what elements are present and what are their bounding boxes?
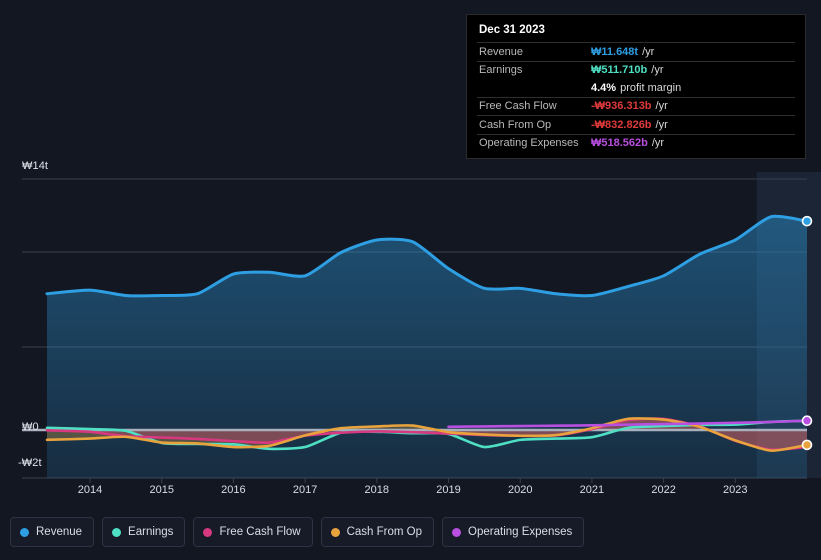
- legend-item-operating-expenses[interactable]: Operating Expenses: [442, 517, 585, 547]
- y-axis-label-top: ₩14t: [22, 160, 49, 172]
- tooltip-row-value: -₩832.826b: [591, 118, 652, 131]
- tooltip-row-label: Operating Expenses: [479, 137, 579, 150]
- financial-chart: ₩14t ₩0 -₩2t 2014 2015 2016 2017 2018 2019 202…: [0, 0, 821, 560]
- tooltip-profit-margin-value: 4.4%: [591, 81, 617, 94]
- tooltip-row-value: ₩511.710b: [591, 64, 648, 77]
- y-axis-label-zero: ₩0: [22, 421, 39, 433]
- tooltip-row-suffix: /yr: [651, 64, 664, 77]
- operating-expenses-endpoint: [801, 415, 813, 427]
- data-tooltip: Dec 31 2023 Revenue ₩11.648t/yr Earnings ₩5…: [466, 14, 806, 159]
- tooltip-row-suffix: /yr: [651, 137, 665, 150]
- x-axis-label: 2021: [579, 484, 605, 496]
- legend-item-free-cash-flow[interactable]: Free Cash Flow: [193, 517, 313, 547]
- x-axis-label: 2019: [436, 484, 461, 496]
- tooltip-profit-margin: 4.4% profit margin: [477, 79, 795, 97]
- tooltip-row-suffix: /yr: [655, 100, 668, 113]
- legend-color-dot: [452, 527, 462, 537]
- tooltip-row-value: ₩11.648t: [591, 45, 639, 58]
- legend-color-dot: [330, 527, 340, 537]
- legend-label: Operating Expenses: [468, 526, 573, 538]
- x-axis-label: 2023: [723, 484, 748, 496]
- tooltip-row-value: ₩518.562b: [591, 137, 648, 150]
- legend-item-revenue[interactable]: Revenue: [10, 517, 95, 547]
- legend-label: Revenue: [36, 526, 83, 538]
- revenue-endpoint: [801, 215, 813, 227]
- tooltip-profit-margin-label: profit margin: [620, 81, 682, 94]
- x-axis-label: 2014: [77, 484, 103, 496]
- legend-label: Cash From Op: [346, 526, 423, 538]
- tooltip-row-label: Cash From Op: [479, 118, 552, 131]
- chart-legend: Revenue Earnings Free Cash Flow Cash From O…: [10, 517, 585, 547]
- legend-item-earnings[interactable]: Earnings: [102, 517, 186, 547]
- legend-color-dot: [112, 527, 122, 537]
- x-axis-label: 2020: [507, 484, 533, 496]
- tooltip-row-value: -₩936.313b: [591, 100, 652, 113]
- tooltip-row-operating-expenses: Operating Expenses ₩518.562b/yr: [477, 133, 795, 153]
- legend-color-dot: [20, 527, 29, 537]
- tooltip-row-revenue: Revenue ₩11.648t/yr: [477, 42, 795, 61]
- tooltip-date: Dec 31 2023: [479, 24, 545, 36]
- cash-from-op-endpoint: [801, 439, 813, 451]
- tooltip-row-suffix: /yr: [655, 118, 668, 131]
- x-axis-label: 2017: [292, 484, 318, 496]
- legend-label: Earnings: [128, 526, 174, 538]
- x-axis-label: 2022: [651, 484, 676, 496]
- x-axis-label: 2015: [149, 484, 174, 496]
- tooltip-row-label: Earnings: [479, 64, 523, 77]
- tooltip-row-free-cash-flow: Free Cash Flow -₩936.313b/yr: [477, 96, 795, 116]
- x-axis-label: 2018: [364, 484, 390, 496]
- y-axis-label-bottom: -₩2t: [18, 457, 42, 469]
- legend-label: Free Cash Flow: [219, 526, 301, 538]
- tooltip-row-label: Free Cash Flow: [479, 100, 557, 113]
- legend-color-dot: [203, 527, 213, 537]
- tooltip-row-suffix: /yr: [642, 45, 655, 58]
- x-axis-label: 2016: [221, 484, 246, 496]
- tooltip-rows: Revenue ₩11.648t/yr Earnings ₩511.710b/yr 4.…: [477, 42, 795, 152]
- tooltip-row-cash-from-op: Cash From Op -₩832.826b/yr: [477, 115, 795, 134]
- tooltip-row-earnings: Earnings ₩511.710b/yr: [477, 60, 795, 80]
- x-axis: 2014 2015 2016 2017 2018 2019 2020 2021 2022 2023: [0, 484, 821, 504]
- tooltip-row-label: Revenue: [479, 45, 524, 58]
- legend-item-cash-from-op[interactable]: Cash From Op: [320, 517, 435, 547]
